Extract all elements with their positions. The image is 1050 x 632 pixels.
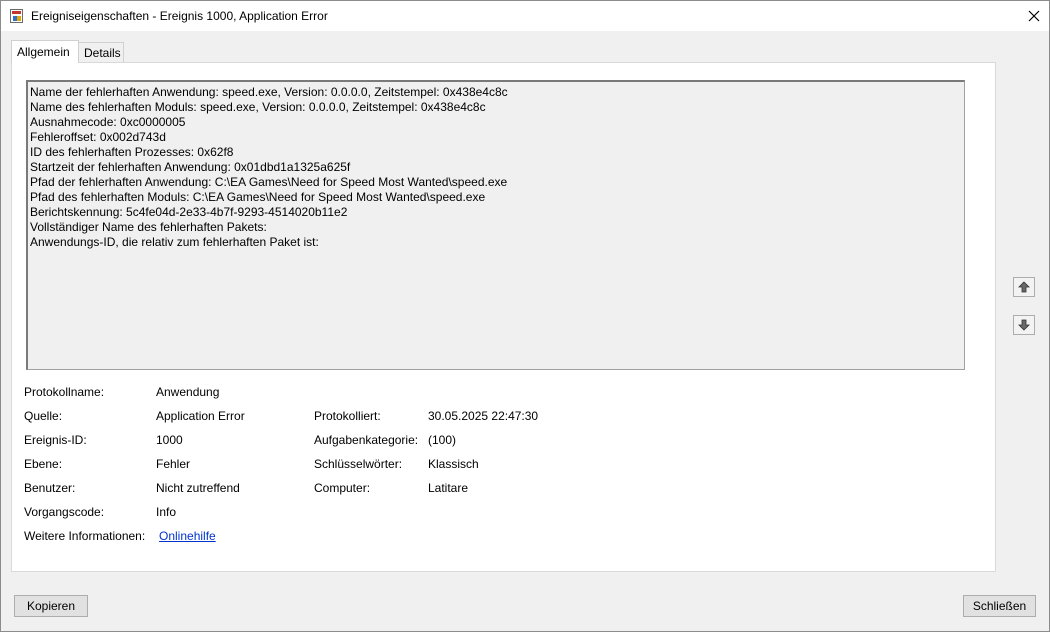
tab-details[interactable]: Details — [78, 42, 124, 62]
event-properties-window: Ereigniseigenschaften - Ereignis 1000, A… — [0, 0, 1050, 632]
general-tab-panel: Name der fehlerhaften Anwendung: speed.e… — [11, 62, 996, 572]
schluesselwoerter-value: Klassisch — [428, 457, 479, 471]
description-line: Name der fehlerhaften Anwendung: speed.e… — [30, 85, 508, 99]
description-line: Startzeit der fehlerhaften Anwendung: 0x… — [30, 160, 351, 174]
protokollname-label: Protokollname: — [24, 385, 105, 399]
protokolliert-label: Protokolliert: — [314, 409, 381, 423]
ebene-label: Ebene: — [24, 457, 63, 471]
event-viewer-icon — [10, 9, 23, 23]
ereignis-id-label: Ereignis-ID: — [24, 433, 87, 447]
close-window-button[interactable] — [1019, 1, 1049, 31]
aufgabenkategorie-label: Aufgabenkategorie: — [314, 433, 419, 447]
description-line: ID des fehlerhaften Prozesses: 0x62f8 — [30, 145, 234, 159]
ebene-value: Fehler — [156, 457, 191, 471]
aufgabenkategorie-value: (100) — [428, 433, 457, 447]
benutzer-value: Nicht zutreffend — [156, 481, 240, 495]
tab-allgemein-label: Allgemein — [17, 45, 70, 59]
description-line: Vollständiger Name des fehlerhaften Pake… — [30, 220, 267, 234]
arrow-down-icon — [1018, 319, 1030, 331]
protokollname-value: Anwendung — [156, 385, 220, 399]
onlinehilfe-link[interactable]: Onlinehilfe — [159, 529, 216, 543]
ereignis-id-value: 1000 — [156, 433, 183, 447]
arrow-up-icon — [1018, 281, 1030, 293]
description-line: Fehleroffset: 0x002d743d — [30, 130, 166, 144]
benutzer-label: Benutzer: — [24, 481, 76, 495]
close-button[interactable]: Schließen — [963, 595, 1036, 617]
vorgangscode-value: Info — [156, 505, 177, 519]
vorgangscode-label: Vorgangscode: — [24, 505, 105, 519]
event-description-box[interactable]: Name der fehlerhaften Anwendung: speed.e… — [26, 80, 965, 370]
description-line: Name des fehlerhaften Moduls: speed.exe,… — [30, 100, 486, 114]
title-bar: Ereigniseigenschaften - Ereignis 1000, A… — [1, 1, 1049, 31]
protokolliert-value: 30.05.2025 22:47:30 — [428, 409, 539, 423]
description-line: Berichtskennung: 5c4fe04d-2e33-4b7f-9293… — [30, 205, 348, 219]
description-line: Ausnahmecode: 0xc0000005 — [30, 115, 186, 129]
computer-label: Computer: — [314, 481, 371, 495]
weitere-informationen-label: Weitere Informationen: — [24, 529, 146, 543]
window-title: Ereigniseigenschaften - Ereignis 1000, A… — [31, 9, 328, 23]
schluesselwoerter-label: Schlüsselwörter: — [314, 457, 403, 471]
tab-details-label: Details — [84, 46, 121, 60]
next-event-button[interactable] — [1013, 315, 1035, 335]
quelle-label: Quelle: — [24, 409, 63, 423]
quelle-value: Application Error — [156, 409, 245, 423]
tab-allgemein[interactable]: Allgemein — [11, 40, 79, 63]
copy-button[interactable]: Kopieren — [14, 595, 88, 617]
description-line: Pfad der fehlerhaften Anwendung: C:\EA G… — [30, 175, 508, 189]
computer-value: Latitare — [428, 481, 469, 495]
description-line: Anwendungs-ID, die relativ zum fehlerhaf… — [30, 235, 319, 249]
description-line: Pfad des fehlerhaften Moduls: C:\EA Game… — [30, 190, 486, 204]
close-icon — [1028, 10, 1040, 22]
previous-event-button[interactable] — [1013, 277, 1035, 297]
